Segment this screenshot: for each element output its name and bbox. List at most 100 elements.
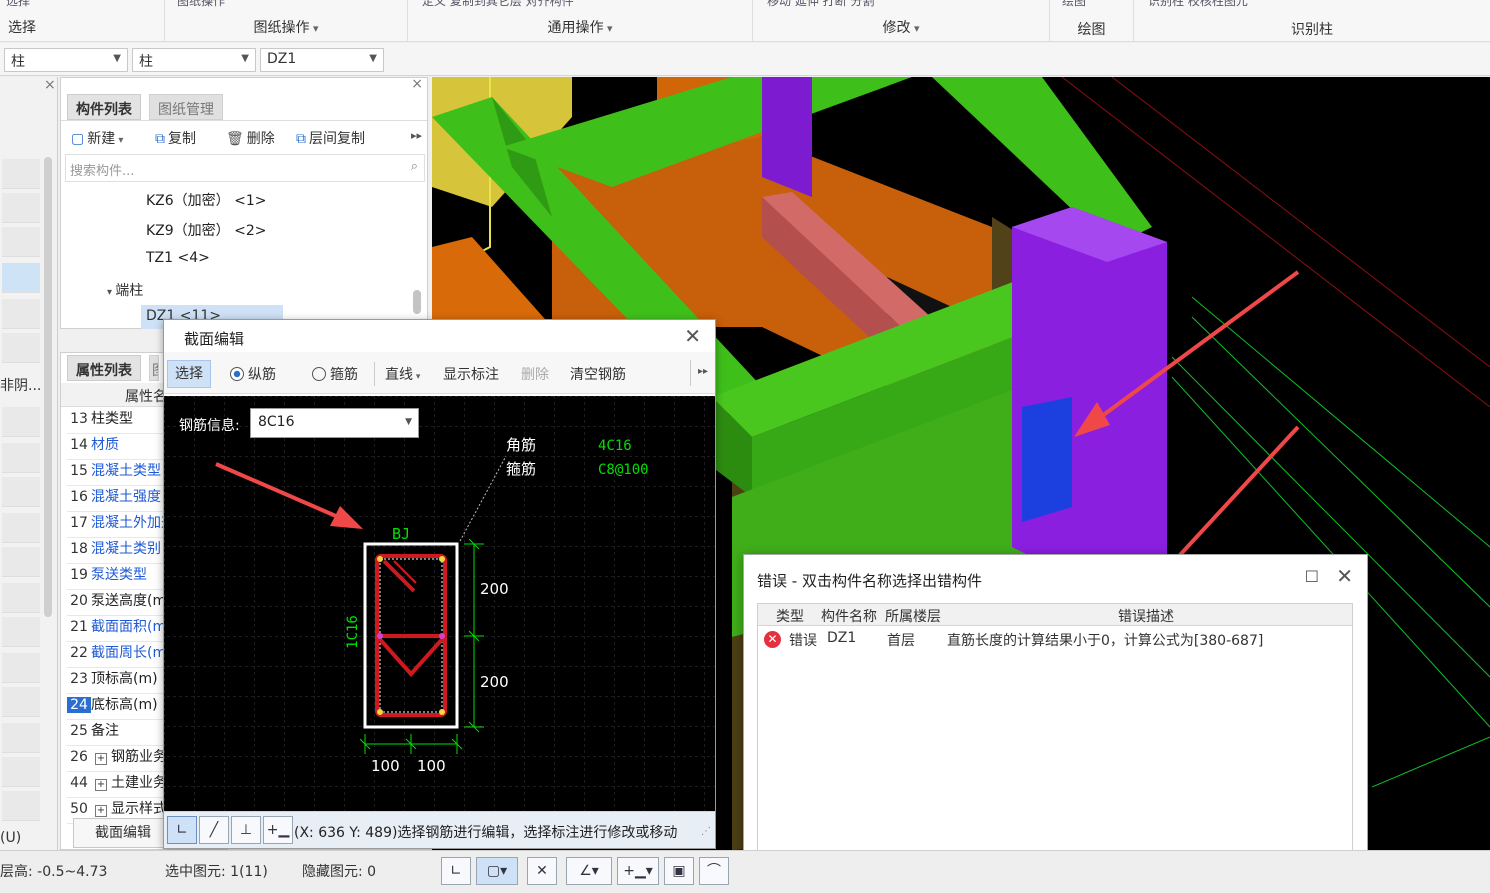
column-header[interactable]: 错误描述 xyxy=(1118,606,1174,626)
ribbon-group-identify-column[interactable]: 识别柱 校核柱图元 识别柱 xyxy=(1134,0,1490,42)
ortho-mode-icon[interactable]: ∟ xyxy=(441,857,471,885)
perpendicular-tool-icon[interactable]: ⊥ xyxy=(231,816,261,844)
trash-icon: 🗑 xyxy=(226,131,244,147)
side-rebar-label: 1C16 xyxy=(345,615,361,649)
close-icon[interactable]: × xyxy=(411,76,423,92)
new-button[interactable]: ▢ 新建 ▾ xyxy=(71,128,123,148)
rebar-info-input[interactable]: 8C16 ▼ xyxy=(250,408,419,438)
snap-box-icon[interactable]: ▢▾ xyxy=(476,857,518,885)
list-item[interactable] xyxy=(2,617,40,647)
list-item[interactable] xyxy=(2,227,40,257)
list-item[interactable] xyxy=(2,513,40,543)
tab-layer-manage[interactable]: 图层管理 xyxy=(149,355,159,381)
list-item[interactable] xyxy=(2,193,40,223)
section-edit-button[interactable]: 截面编辑 xyxy=(73,818,173,848)
scrollbar[interactable] xyxy=(413,290,421,314)
column-header[interactable]: 类型 xyxy=(776,606,804,626)
insert-point-tool-icon[interactable]: +▁ xyxy=(263,816,293,844)
side-rebar[interactable] xyxy=(377,633,383,639)
list-item[interactable] xyxy=(2,757,40,787)
table-row[interactable]: ✕ 错误 DZ1 首层 直筋长度的计算结果小于0，计算公式为[380-687] xyxy=(758,628,1352,652)
list-item[interactable] xyxy=(2,333,40,363)
ribbon-group-select[interactable]: 选择 选择 xyxy=(0,0,165,42)
component-type-combo[interactable]: 柱 ▼ xyxy=(4,48,128,72)
tree-item[interactable]: TZ1 <4> xyxy=(146,250,210,266)
list-item[interactable] xyxy=(2,583,40,613)
section-top-label: BJ xyxy=(392,525,410,543)
corner-rebar[interactable] xyxy=(377,709,383,715)
list-item[interactable] xyxy=(2,407,40,437)
cad-line-red xyxy=(1111,77,1490,368)
ribbon-group-label: 图纸操作 xyxy=(165,17,407,37)
insert-point-icon[interactable]: +▁▾ xyxy=(617,857,659,885)
close-icon[interactable]: ✕ xyxy=(684,324,701,348)
expand-icon[interactable]: + xyxy=(95,753,107,765)
property-row-name: 混凝土类别 xyxy=(91,541,161,557)
line-tool-icon[interactable]: ╱ xyxy=(199,816,229,844)
list-item[interactable] xyxy=(2,723,40,753)
ortho-tool-icon[interactable]: ∟ xyxy=(167,816,197,844)
tab-component-list[interactable]: 构件列表 xyxy=(67,94,141,120)
tree-group-end-column[interactable]: ▾ 端柱 xyxy=(107,280,143,300)
corner-rebar[interactable] xyxy=(439,709,445,715)
copy-button[interactable]: ⧉ 复制 xyxy=(155,128,196,148)
close-icon[interactable]: ✕ xyxy=(1336,564,1353,588)
list-item[interactable] xyxy=(2,791,40,821)
show-label-button[interactable]: 显示标注 xyxy=(443,364,499,384)
arc-icon[interactable]: ⌒ xyxy=(699,857,729,885)
list-item[interactable] xyxy=(2,547,40,577)
ribbon-group-label: 识别柱 xyxy=(1291,22,1333,38)
hidden-count-text: 隐藏图元: 0 xyxy=(302,864,377,880)
select-button[interactable]: 选择 xyxy=(167,360,211,388)
column-header[interactable]: 构件名称 xyxy=(821,606,877,626)
tree-item[interactable]: KZ6（加密） <1> xyxy=(146,190,267,210)
list-item[interactable] xyxy=(2,299,40,329)
delete-button[interactable]: 🗑 删除 xyxy=(226,128,275,148)
angle-snap-icon[interactable]: ∠▾ xyxy=(566,857,612,885)
section-bottom-bar: ∟ ╱ ⊥ +▁ (X: 636 Y: 489)选择钢筋进行编辑，选择标注进行修… xyxy=(164,811,715,848)
close-icon[interactable]: × xyxy=(44,77,56,93)
ribbon-group-drawing-ops[interactable]: 图纸操作 图纸操作 xyxy=(165,0,408,42)
list-item[interactable] xyxy=(2,443,40,473)
tree-item[interactable]: KZ9（加密） <2> xyxy=(146,220,267,240)
tab-property-list[interactable]: 属性列表 xyxy=(67,355,141,381)
tab-drawing-manage[interactable]: 图纸管理 xyxy=(149,94,223,120)
copy-icon: ⧉ xyxy=(155,131,165,147)
ribbon-group-common-ops[interactable]: 定义 复制到其它层 对齐构件 通用操作 xyxy=(408,0,753,42)
corner-rebar[interactable] xyxy=(377,556,383,562)
error-component-name[interactable]: DZ1 xyxy=(827,630,856,646)
component-name-combo[interactable]: DZ1 ▼ xyxy=(260,48,384,72)
side-rebar[interactable] xyxy=(439,633,445,639)
list-item[interactable] xyxy=(2,159,40,189)
component-subtype-combo[interactable]: 柱 ▼ xyxy=(132,48,256,72)
ribbon-group-draw[interactable]: 绘图 绘图 xyxy=(1050,0,1134,42)
longitudinal-radio[interactable]: 纵筋 xyxy=(230,364,276,384)
expand-icon[interactable]: + xyxy=(95,805,107,817)
maximize-icon[interactable]: ☐ xyxy=(1305,567,1319,586)
ribbon-cut-text: 绘图 xyxy=(1062,0,1087,8)
list-item[interactable] xyxy=(2,477,40,507)
clear-rebar-button[interactable]: 清空钢筋 xyxy=(570,364,626,384)
scrollbar[interactable] xyxy=(44,157,52,617)
component-list-panel: × 构件列表 图纸管理 ▢ 新建 ▾ ⧉ 复制 🗑 删除 ⧉ 层间复制 ▸▸ 搜索构件.… xyxy=(60,76,428,329)
floor-copy-button[interactable]: ⧉ 层间复制 xyxy=(296,128,365,148)
cross-snap-icon[interactable]: ✕ xyxy=(527,857,557,885)
resize-grip-icon[interactable]: ⋰ xyxy=(701,826,711,837)
more-icon[interactable]: ▸▸ xyxy=(698,366,708,377)
corner-rebar[interactable] xyxy=(439,556,445,562)
stirrup-radio[interactable]: 箍筋 xyxy=(312,364,358,384)
more-icon[interactable]: ▸▸ xyxy=(411,129,422,142)
line-dropdown[interactable]: 直线 ▾ xyxy=(385,364,420,384)
expand-icon[interactable]: + xyxy=(95,779,107,791)
section-toolbar: 选择 纵筋 箍筋 直线 ▾ 显示标注 删除 清空钢筋 ▸▸ xyxy=(164,352,715,394)
delete-button[interactable]: 删除 xyxy=(521,364,549,384)
list-item-selected[interactable] xyxy=(2,263,40,293)
list-item[interactable] xyxy=(2,653,40,683)
column-header[interactable]: 所属楼层 xyxy=(885,606,941,626)
list-item[interactable] xyxy=(2,687,40,717)
display-icon[interactable]: ▣ xyxy=(664,857,694,885)
section-canvas[interactable]: BJ 1C16 200 200 100 100 角筋 箍筋 4C16 C8@10… xyxy=(164,396,715,811)
property-row-number: 18 xyxy=(70,541,88,557)
ribbon-group-modify[interactable]: 移动 延伸 打断 分割 修改 xyxy=(753,0,1050,42)
search-input[interactable]: 搜索构件... ⌕ xyxy=(65,154,425,182)
